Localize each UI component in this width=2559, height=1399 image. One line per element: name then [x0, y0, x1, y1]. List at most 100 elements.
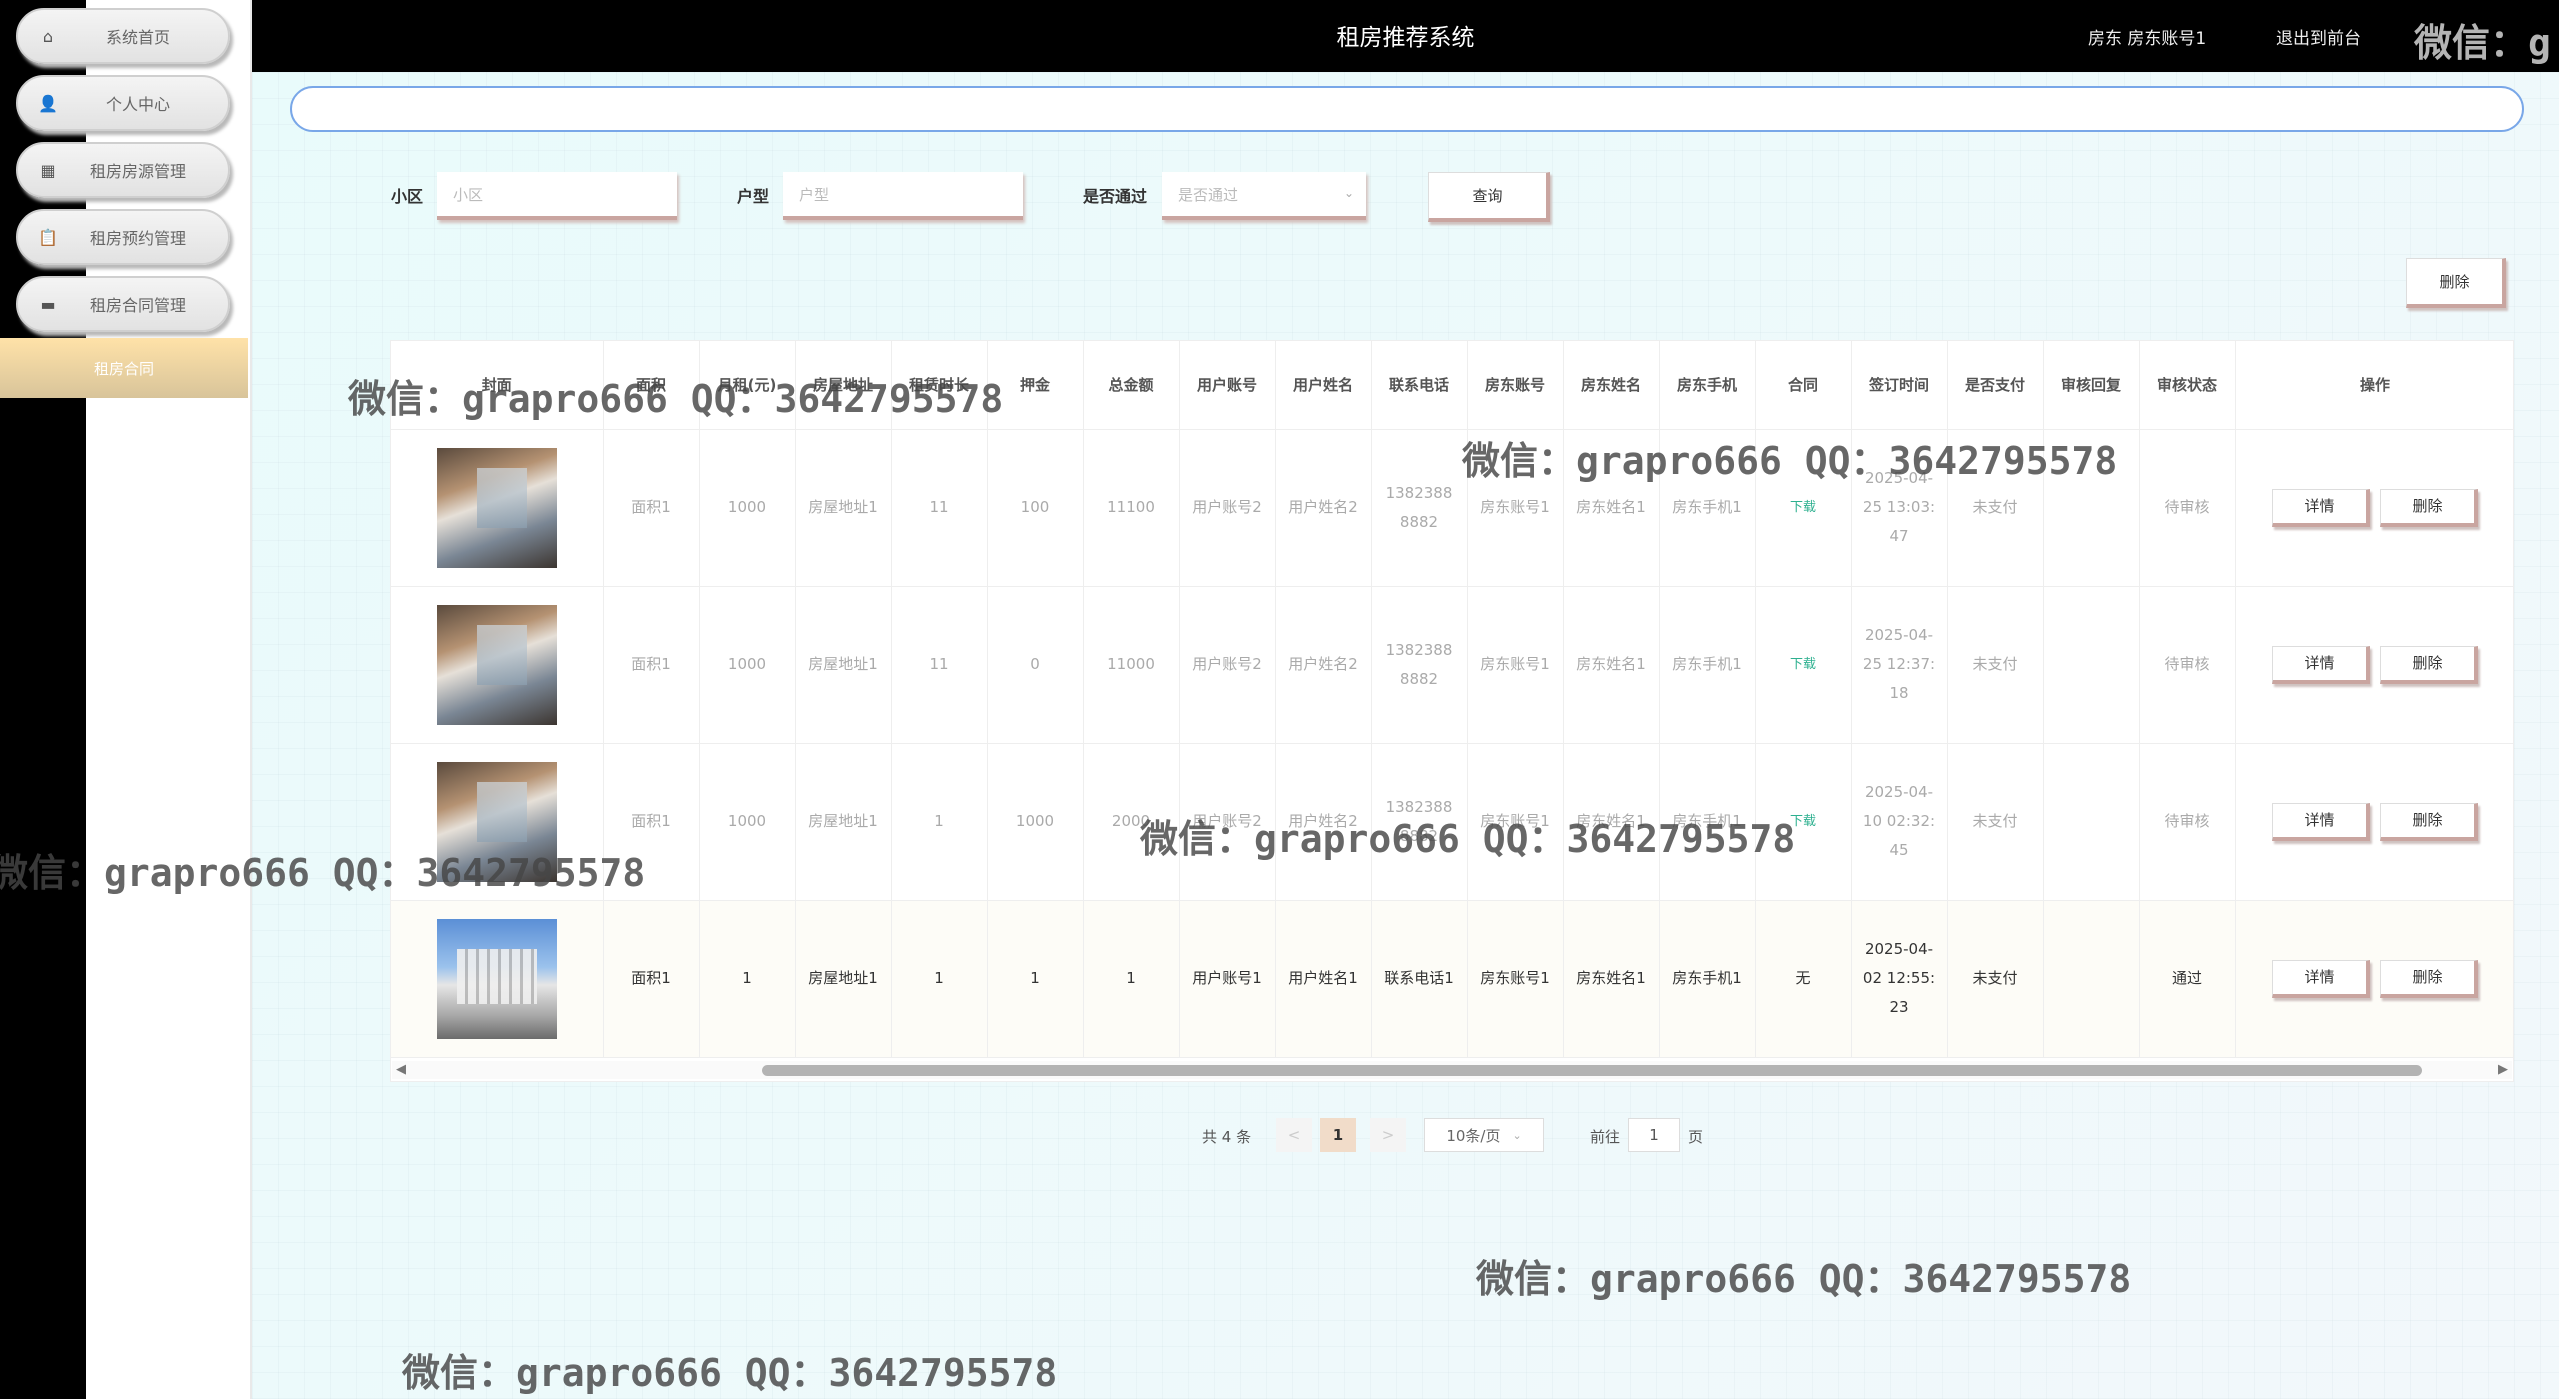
cell-landlord-name: 房东姓名1	[1563, 900, 1660, 1058]
scroll-right-icon[interactable]: ▶	[2498, 1062, 2508, 1077]
approved-select-value: 是否通过	[1178, 185, 1239, 204]
column-header: 总金额	[1083, 341, 1180, 430]
layout-input[interactable]: 户型	[783, 172, 1023, 220]
column-header: 租赁时长	[891, 341, 988, 430]
community-input[interactable]: 小区	[437, 172, 677, 220]
delete-button[interactable]: 删除	[2380, 802, 2478, 841]
cell-landlord-phone: 房东手机1	[1659, 900, 1756, 1058]
column-header: 是否支付	[1947, 341, 2044, 430]
cell-total: 11100	[1083, 429, 1180, 587]
cell-status: 待审核	[2139, 743, 2236, 901]
cell-total: 11000	[1083, 586, 1180, 744]
cell-signed: 2025-04-25 12:37:18	[1851, 586, 1948, 744]
cell-user-name: 用户姓名1	[1275, 900, 1372, 1058]
cover-image	[436, 604, 557, 725]
cell-contract[interactable]: 下载	[1755, 429, 1852, 587]
query-button[interactable]: 查询	[1428, 172, 1550, 222]
cell-area: 面积1	[603, 900, 700, 1058]
cell-landlord-name: 房东姓名1	[1563, 743, 1660, 901]
grid-icon: ▦	[40, 160, 56, 180]
cell-cover	[391, 900, 604, 1058]
cell-deposit: 100	[987, 429, 1084, 587]
cell-landlord-phone: 房东手机1	[1659, 586, 1756, 744]
delete-button[interactable]: 删除	[2380, 645, 2478, 684]
cell-duration: 1	[891, 900, 988, 1058]
cell-signed: 2025-04-25 13:03:47	[1851, 429, 1948, 587]
column-header: 用户账号	[1179, 341, 1276, 430]
prev-page-button[interactable]: <	[1276, 1118, 1312, 1152]
detail-button[interactable]: 详情	[2272, 959, 2370, 998]
cell-contract[interactable]: 下载	[1755, 743, 1852, 901]
column-header: 房东姓名	[1563, 341, 1660, 430]
cell-paid: 未支付	[1947, 900, 2044, 1058]
app-title: 租房推荐系统	[1336, 25, 1475, 51]
detail-button[interactable]: 详情	[2272, 645, 2370, 684]
sidebar-item-label: 租房预约管理	[89, 229, 186, 248]
cell-address: 房屋地址1	[795, 743, 892, 901]
table-row: 面积1 1 房屋地址1 1 1 1 用户账号1 用户姓名1 联系电话1 房东账号1 房东姓名1 房东手…	[391, 900, 2513, 1058]
page-size-select[interactable]: 10条/页 ⌄	[1424, 1118, 1544, 1152]
cell-landlord-phone: 房东手机1	[1659, 429, 1756, 587]
scroll-left-icon[interactable]: ◀	[396, 1062, 406, 1077]
home-icon: ⌂	[42, 26, 54, 46]
cell-address: 房屋地址1	[795, 900, 892, 1058]
table-row: 面积1 1000 房屋地址1 11 100 11100 用户账号2 用户姓名2 13823888…	[391, 429, 2513, 587]
cell-paid: 未支付	[1947, 743, 2044, 901]
goto-label: 前往	[1590, 1128, 1621, 1146]
cell-total: 2000	[1083, 743, 1180, 901]
logout-link[interactable]: 退出到前台	[2276, 24, 2361, 49]
chevron-down-icon: ⌄	[1343, 186, 1354, 200]
column-header: 联系电话	[1371, 341, 1468, 430]
column-header: 操作	[2235, 341, 2513, 430]
sidebar-subitem-contract[interactable]: 租房合同	[0, 338, 248, 398]
sidebar-item-1[interactable]: 👤 个人中心	[16, 75, 230, 131]
cell-user-account: 用户账号2	[1179, 743, 1276, 901]
cell-rent: 1000	[699, 743, 796, 901]
cell-cover	[391, 743, 604, 901]
cell-landlord-phone: 房东手机1	[1659, 743, 1756, 901]
cell-phone: 13823888882	[1371, 429, 1468, 587]
cell-rent: 1000	[699, 586, 796, 744]
delete-button[interactable]: 删除	[2380, 488, 2478, 527]
cell-deposit: 1000	[987, 743, 1084, 901]
goto-page-input[interactable]: 1	[1628, 1118, 1680, 1152]
cell-user-account: 用户账号2	[1179, 429, 1276, 587]
cell-actions: 详情 删除	[2235, 743, 2513, 901]
cell-contract[interactable]: 下载	[1755, 586, 1852, 744]
cell-landlord-name: 房东姓名1	[1563, 429, 1660, 587]
next-page-button[interactable]: >	[1370, 1118, 1406, 1152]
sidebar-item-4[interactable]: ▬ 租房合同管理	[16, 276, 230, 332]
cell-rent: 1	[699, 900, 796, 1058]
cell-status: 待审核	[2139, 586, 2236, 744]
sidebar-item-0[interactable]: ⌂ 系统首页	[16, 8, 230, 64]
chevron-down-icon: ⌄	[1512, 1128, 1522, 1142]
column-header: 审核回复	[2043, 341, 2140, 430]
column-header: 签订时间	[1851, 341, 1948, 430]
sidebar-item-3[interactable]: 📋 租房预约管理	[16, 209, 230, 265]
column-header: 房东账号	[1467, 341, 1564, 430]
sidebar-item-label: 租房合同管理	[89, 296, 186, 315]
cell-actions: 详情 删除	[2235, 586, 2513, 744]
sidebar-item-label: 租房房源管理	[89, 162, 186, 181]
delete-button[interactable]: 删除	[2380, 959, 2478, 998]
detail-button[interactable]: 详情	[2272, 488, 2370, 527]
detail-button[interactable]: 详情	[2272, 802, 2370, 841]
cell-landlord-account: 房东账号1	[1467, 586, 1564, 744]
cover-image	[436, 447, 557, 568]
approved-select[interactable]: 是否通过 ⌄	[1162, 172, 1366, 220]
column-header: 房屋地址	[795, 341, 892, 430]
cell-rent: 1000	[699, 429, 796, 587]
scrollbar-thumb[interactable]	[762, 1065, 2422, 1076]
cell-user-name: 用户姓名2	[1275, 743, 1372, 901]
breadcrumb	[290, 86, 2524, 132]
cell-area: 面积1	[603, 586, 700, 744]
cell-address: 房屋地址1	[795, 586, 892, 744]
approved-label: 是否通过	[1083, 187, 1148, 206]
community-label: 小区	[391, 187, 424, 206]
batch-delete-button[interactable]: 删除	[2406, 258, 2506, 308]
user-icon: 👤	[38, 93, 58, 113]
page-1-button[interactable]: 1	[1320, 1118, 1356, 1152]
sidebar-item-2[interactable]: ▦ 租房房源管理	[16, 142, 230, 198]
horizontal-scrollbar[interactable]: ◀ ▶	[392, 1061, 2512, 1079]
cell-landlord-name: 房东姓名1	[1563, 586, 1660, 744]
